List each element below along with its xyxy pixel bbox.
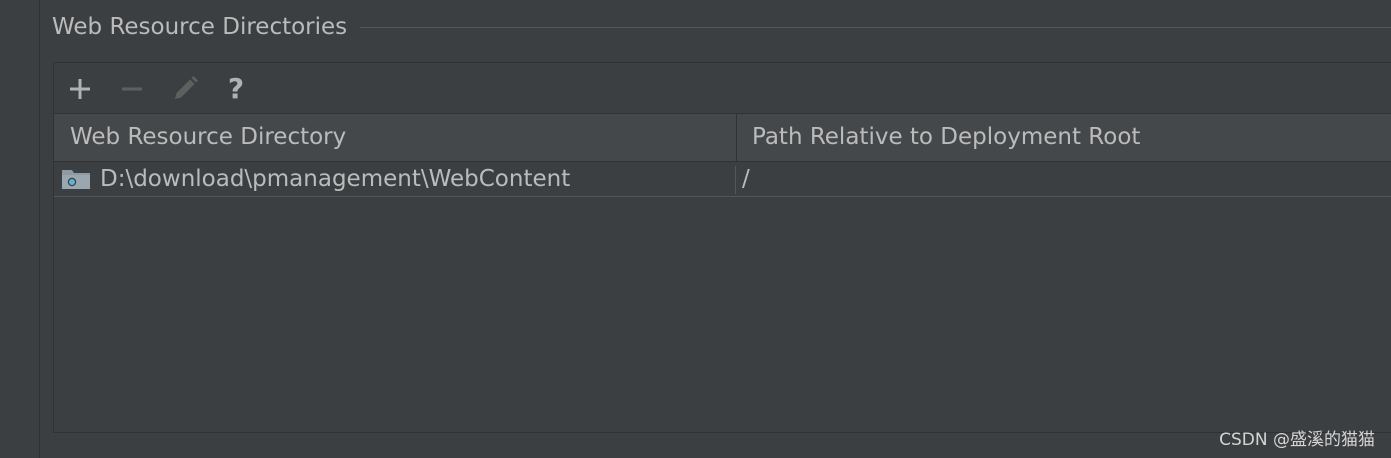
help-button[interactable]: ? (216, 69, 256, 109)
table-header: Web Resource Directory Path Relative to … (54, 114, 1391, 162)
path-cell[interactable]: / (742, 162, 750, 196)
pencil-icon (175, 76, 198, 99)
web-resource-table-panel: ? Web Resource Directory Path Relative t… (53, 62, 1391, 433)
web-folder-icon (62, 170, 90, 189)
section-divider (360, 27, 1391, 28)
add-button[interactable] (60, 69, 100, 109)
plus-icon (70, 79, 90, 99)
left-gutter (0, 0, 40, 458)
table-body[interactable]: D:\download\pmanagement\WebContent / (54, 162, 1391, 432)
section-title: Web Resource Directories (52, 14, 348, 40)
edit-button[interactable] (165, 69, 205, 109)
directory-cell[interactable]: D:\download\pmanagement\WebContent (100, 162, 570, 196)
minus-icon (122, 87, 142, 91)
cell-divider (735, 166, 736, 194)
column-header-web-resource-directory[interactable]: Web Resource Directory (70, 114, 346, 161)
watermark: CSDN @盛溪的猫猫 (1219, 430, 1375, 450)
column-header-path-relative[interactable]: Path Relative to Deployment Root (752, 114, 1140, 161)
column-resize-handle[interactable] (736, 114, 737, 161)
table-toolbar: ? (54, 63, 1391, 114)
web-resource-settings-page: Web Resource Directories ? Web Resource … (0, 0, 1391, 458)
table-row[interactable]: D:\download\pmanagement\WebContent / (54, 162, 1391, 197)
remove-button[interactable] (112, 69, 152, 109)
